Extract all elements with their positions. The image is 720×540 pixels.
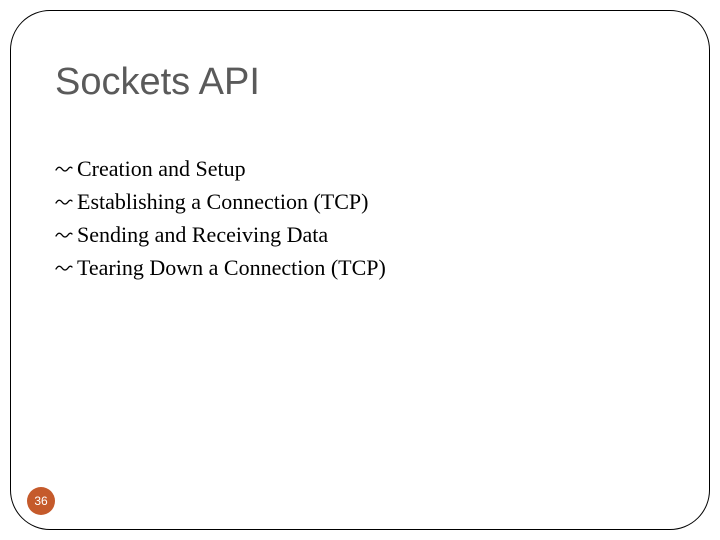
bullet-icon <box>55 218 77 251</box>
bullet-icon <box>55 152 77 185</box>
bullet-text: Tearing Down a Connection (TCP) <box>77 251 386 284</box>
bullet-icon <box>55 185 77 218</box>
list-item: Tearing Down a Connection (TCP) <box>55 251 665 284</box>
page-number-badge: 36 <box>27 487 55 515</box>
bullet-text: Establishing a Connection (TCP) <box>77 185 368 218</box>
slide-title: Sockets API <box>55 61 665 104</box>
page-number: 36 <box>34 494 47 508</box>
bullet-text: Sending and Receiving Data <box>77 218 328 251</box>
slide-frame: Sockets API Creation and Setup Establish… <box>10 10 710 530</box>
bullet-text: Creation and Setup <box>77 152 246 185</box>
bullet-icon <box>55 251 77 284</box>
list-item: Sending and Receiving Data <box>55 218 665 251</box>
list-item: Creation and Setup <box>55 152 665 185</box>
list-item: Establishing a Connection (TCP) <box>55 185 665 218</box>
bullet-list: Creation and Setup Establishing a Connec… <box>55 152 665 284</box>
